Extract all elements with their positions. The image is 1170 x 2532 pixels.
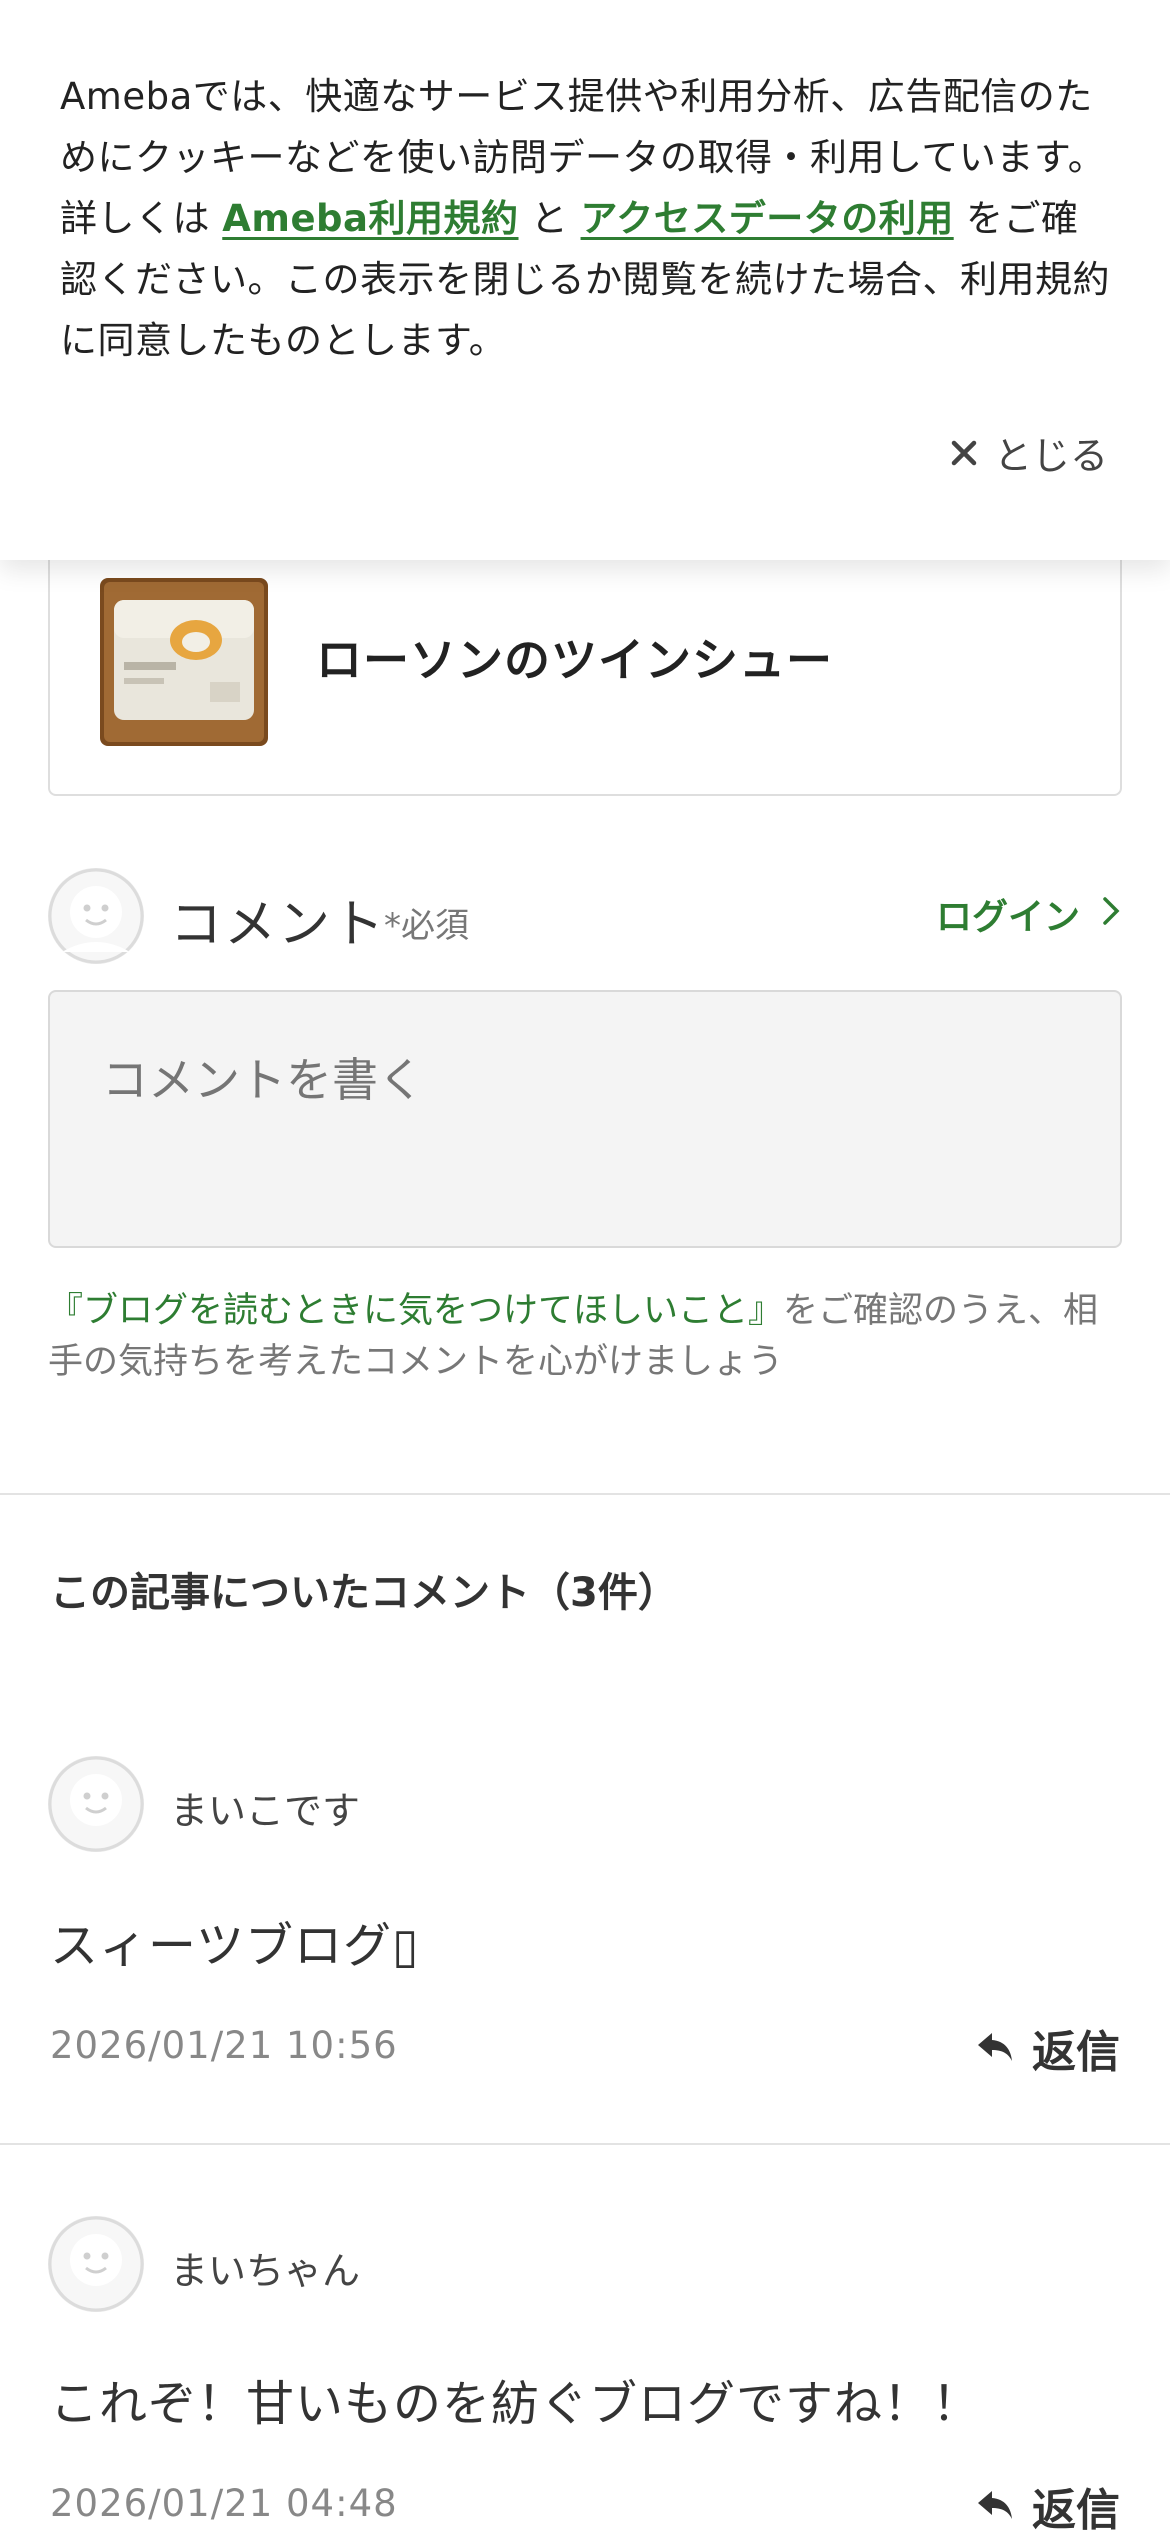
article-thumbnail <box>100 578 268 746</box>
reply-button[interactable]: 返信 <box>976 2474 1120 2532</box>
cookie-message: Amebaでは、快適なサービス提供や利用分析、広告配信のためにクッキーなどを使い… <box>60 66 1110 371</box>
login-link[interactable]: ログイン <box>936 888 1120 940</box>
reply-button[interactable]: 返信 <box>976 2016 1120 2080</box>
reply-icon <box>976 2023 1014 2074</box>
comment-date: 2026/01/21 04:48 <box>50 2482 398 2525</box>
commenter-name[interactable]: まいこです <box>170 1780 360 1835</box>
commenter-name[interactable]: まいちゃん <box>170 2240 360 2295</box>
comment-date: 2026/01/21 10:56 <box>50 2024 398 2067</box>
user-avatar <box>48 868 144 964</box>
chevron-right-icon <box>1102 894 1120 935</box>
close-label: とじる <box>993 434 1108 478</box>
close-icon <box>950 439 978 467</box>
comment-input[interactable] <box>48 990 1122 1248</box>
comment-guide: 『ブログを読むときに気をつけてほしいこと』をご確認のうえ、相手の気持ちを考えたコ… <box>48 1286 1128 1388</box>
comment-heading: コメント <box>170 895 387 955</box>
page: ローソンのツインシュー コメント *必須 ログイン 『ブログを読むときに気をつけ… <box>0 0 1170 2532</box>
reply-label: 返信 <box>1032 2027 1120 2078</box>
comment-body: スィーツブログ▯ <box>50 1918 420 1974</box>
commenter-avatar[interactable] <box>48 1756 144 1852</box>
reply-icon <box>976 2481 1014 2532</box>
access-data-link[interactable]: アクセスデータの利用 <box>581 197 954 240</box>
article-title[interactable]: ローソンのツインシュー <box>316 624 833 690</box>
divider <box>0 2143 1170 2145</box>
guide-link[interactable]: 『ブログを読むときに気をつけてほしいこと』 <box>48 1291 783 1331</box>
cookie-connector: と <box>530 197 569 240</box>
divider <box>0 1493 1170 1495</box>
terms-link[interactable]: Ameba利用規約 <box>222 197 518 240</box>
reply-label: 返信 <box>1032 2485 1120 2532</box>
required-label: *必須 <box>384 906 469 946</box>
cookie-close-button[interactable]: とじる <box>950 425 1108 480</box>
comment-body: これぞ！甘いものを紡ぐブログですね！！ <box>50 2376 982 2432</box>
cookie-banner: Amebaでは、快適なサービス提供や利用分析、広告配信のためにクッキーなどを使い… <box>0 0 1170 560</box>
commenter-avatar[interactable] <box>48 2216 144 2312</box>
login-label: ログイン <box>935 897 1080 938</box>
comments-section-title: この記事についたコメント（3件） <box>50 1570 678 1616</box>
